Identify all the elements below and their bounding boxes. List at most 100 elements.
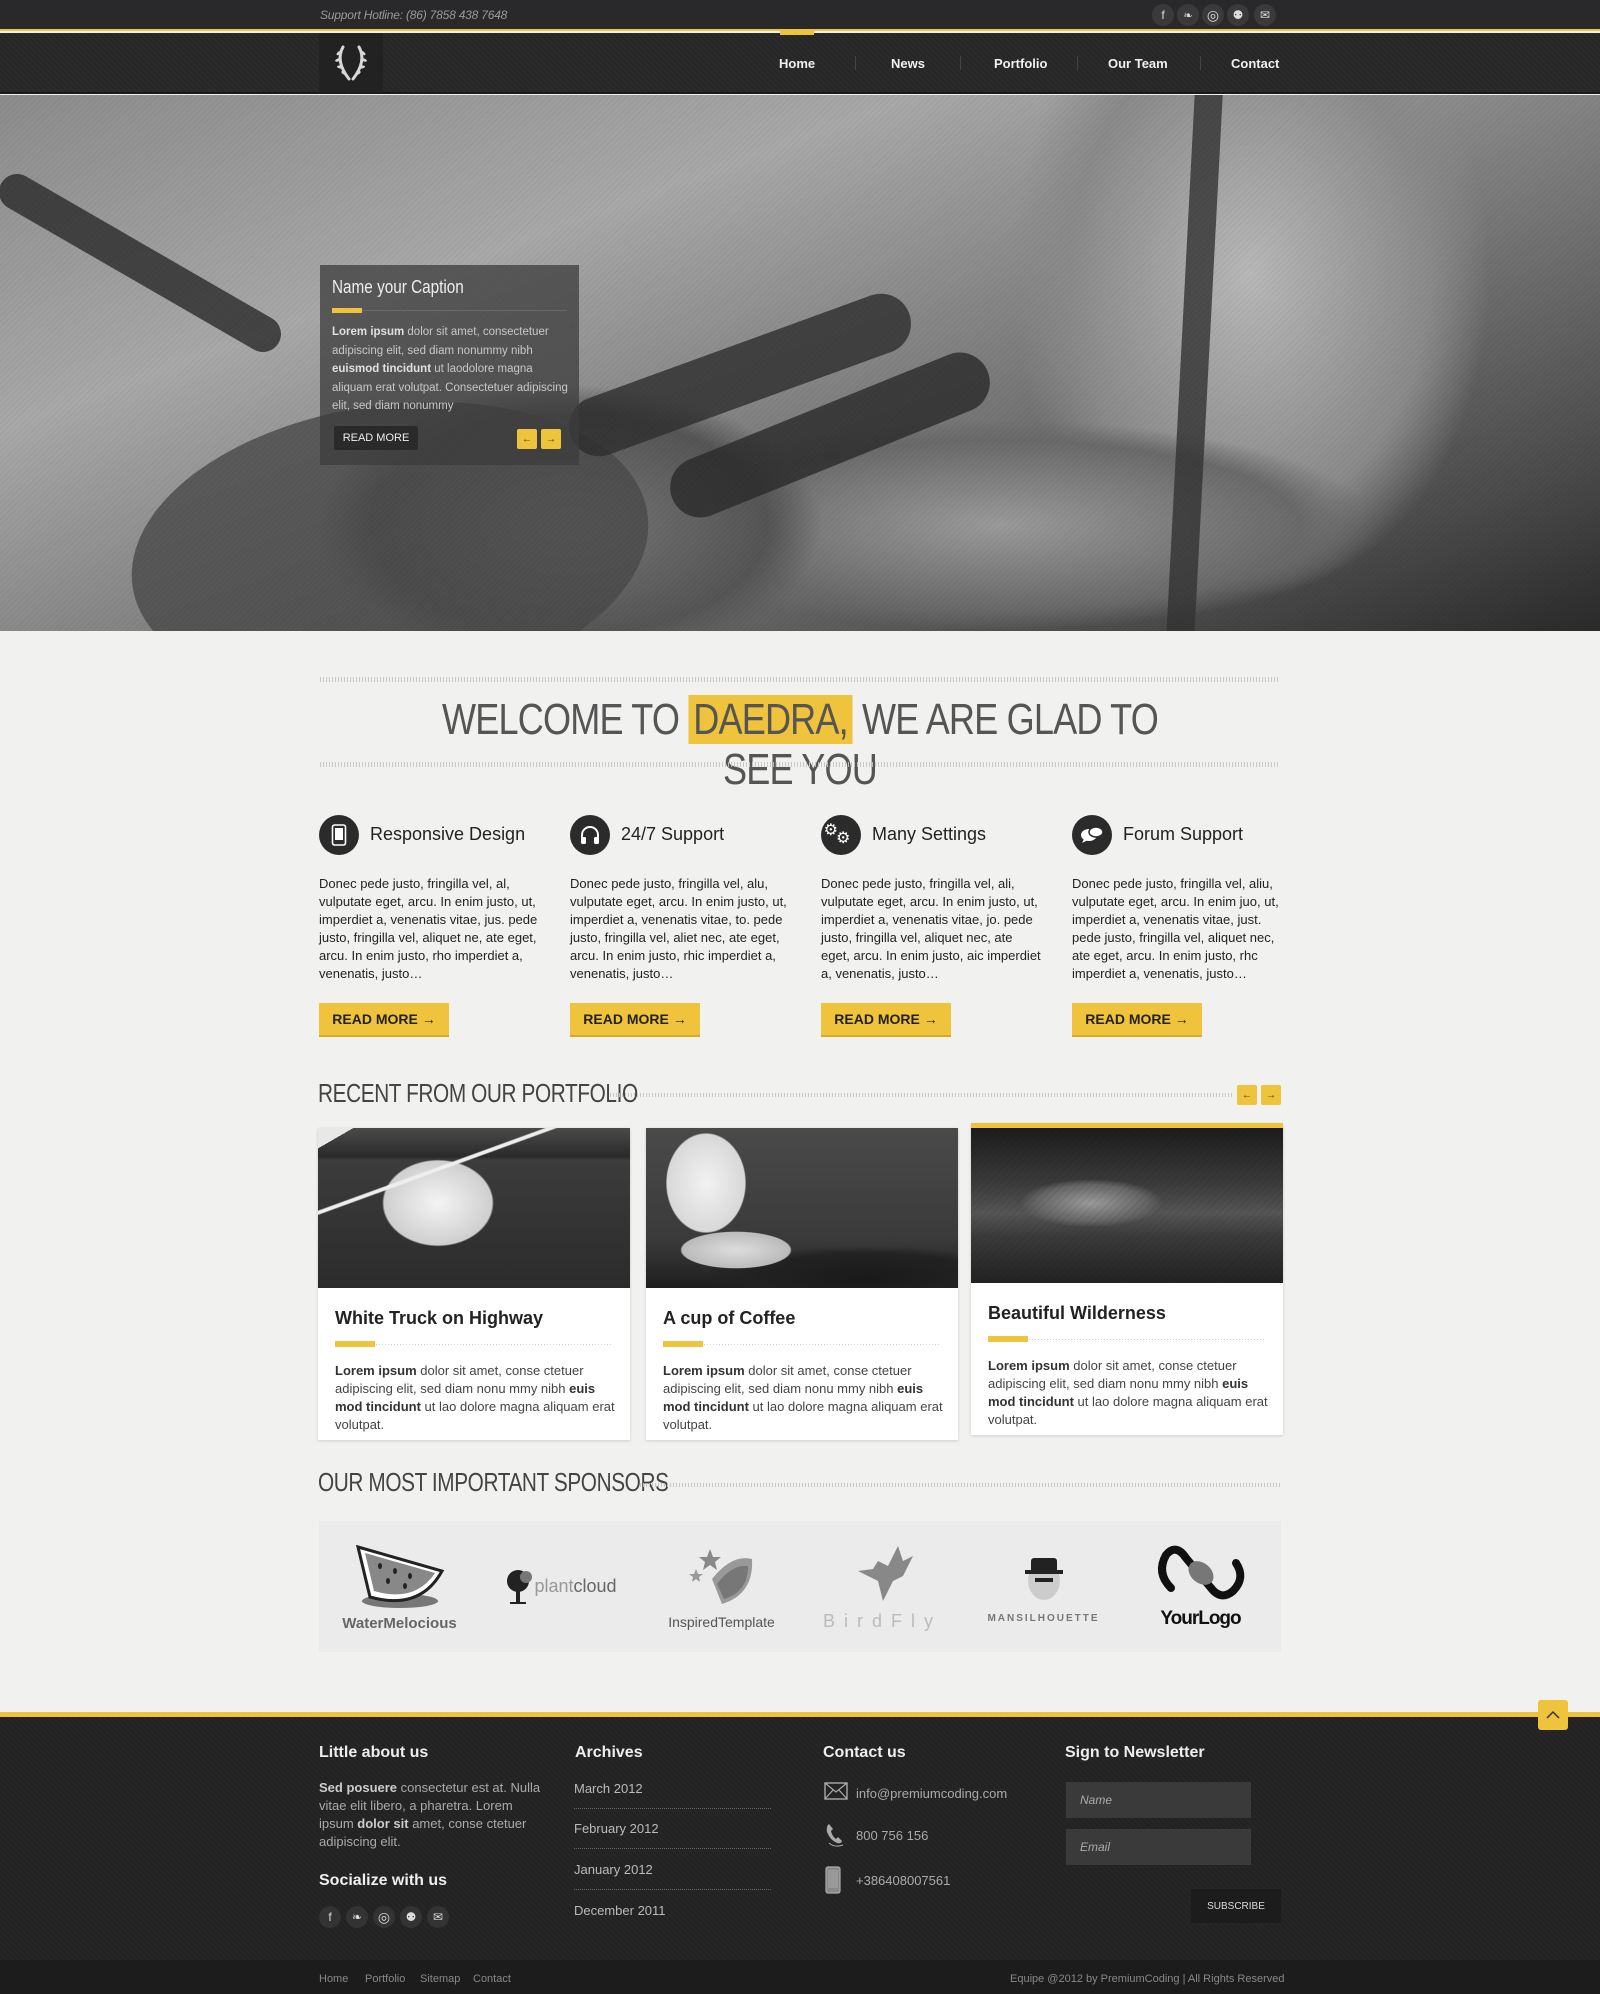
- chat-bubbles-icon: [1072, 815, 1112, 855]
- truck-photo[interactable]: [318, 1128, 630, 1288]
- twitter-icon[interactable]: ❧: [346, 1906, 368, 1928]
- feature-title: Many Settings: [872, 824, 987, 844]
- tree-logo-icon: [507, 1569, 533, 1604]
- footer-about-title: Little about us: [319, 1744, 429, 1761]
- card-title[interactable]: Beautiful Wilderness: [988, 1303, 1166, 1324]
- top-bar: [0, 0, 1600, 31]
- card-accent-bar: [335, 1341, 375, 1347]
- facebook-icon[interactable]: f: [1152, 4, 1174, 26]
- footer-link-home[interactable]: Home: [319, 1973, 348, 1985]
- sponsor-inspiredtemplate[interactable]: InspiredTemplate: [641, 1521, 802, 1652]
- divider-dots: [640, 1483, 1280, 1487]
- sponsors-title: OUR MOST IMPORTANT SPONSORS: [318, 1467, 669, 1497]
- footer: [0, 1712, 1600, 1960]
- portfolio-next-button[interactable]: →: [1261, 1085, 1281, 1105]
- bottom-bar: [0, 1960, 1600, 1994]
- footer-about-text: Sed posuere consectetur est at. Nulla vi…: [319, 1780, 541, 1849]
- nav-news[interactable]: News: [891, 56, 925, 71]
- nav-contact[interactable]: Contact: [1231, 56, 1279, 71]
- logo[interactable]: [319, 33, 383, 93]
- divider-dots: [320, 677, 1280, 682]
- archive-link[interactable]: March 2012: [574, 1781, 771, 1809]
- sponsor-name: plantcloud: [534, 1576, 617, 1596]
- footer-archives-title: Archives: [575, 1744, 643, 1761]
- read-more-button[interactable]: READ MORE →: [1072, 1003, 1202, 1037]
- contact-email[interactable]: info@premiumcoding.com: [856, 1785, 1007, 1803]
- phone-icon: [825, 1822, 845, 1853]
- subscribe-button[interactable]: SUBSCRIBE: [1191, 1889, 1281, 1923]
- welcome-pre: WELCOME TO: [442, 695, 680, 744]
- read-more-button[interactable]: READ MORE →: [319, 1003, 449, 1037]
- archive-link[interactable]: February 2012: [574, 1821, 771, 1849]
- email-icon[interactable]: ✉: [1254, 4, 1276, 26]
- caption-divider: [362, 310, 567, 311]
- card-title[interactable]: A cup of Coffee: [663, 1308, 795, 1329]
- footer-link-portfolio[interactable]: Portfolio: [365, 1973, 405, 1985]
- nav-our-team[interactable]: Our Team: [1108, 56, 1168, 71]
- feature-title: Forum Support: [1123, 824, 1244, 844]
- facebook-icon[interactable]: f: [319, 1906, 341, 1928]
- forrst-icon[interactable]: ⚉: [400, 1906, 422, 1928]
- card-accent-bar: [663, 1341, 703, 1347]
- chevron-up-icon: [1546, 1710, 1560, 1719]
- read-more-button[interactable]: READ MORE →: [570, 1003, 700, 1037]
- footer-link-sitemap[interactable]: Sitemap: [420, 1973, 460, 1985]
- card-divider: [704, 1344, 941, 1345]
- sponsor-name: MANSILHOUETTE: [987, 1612, 1100, 1624]
- forrst-icon[interactable]: ⚉: [1227, 4, 1249, 26]
- archive-link[interactable]: January 2012: [574, 1862, 771, 1890]
- caption-title: Name your Caption: [332, 277, 464, 297]
- dribbble-icon[interactable]: ◎: [1202, 4, 1224, 26]
- nav-portfolio[interactable]: Portfolio: [994, 56, 1047, 71]
- hero-slider[interactable]: [0, 95, 1600, 631]
- portfolio-card[interactable]: A cup of Coffee Lorem ipsum dolor sit am…: [646, 1128, 958, 1440]
- twitter-icon[interactable]: ❧: [1177, 4, 1199, 26]
- newsletter-name-input[interactable]: [1066, 1782, 1251, 1818]
- card-divider: [1029, 1339, 1266, 1340]
- divider-dots: [610, 1093, 1232, 1097]
- email-icon[interactable]: ✉: [427, 1906, 449, 1928]
- mobile-icon: [825, 1866, 841, 1899]
- caption-text: Lorem ipsum dolor sit amet, consectetuer…: [332, 323, 572, 416]
- card-title[interactable]: White Truck on Highway: [335, 1308, 543, 1329]
- caption-read-more-button[interactable]: READ MORE: [334, 426, 418, 450]
- gears-icon: ⚙ ⚙: [821, 815, 861, 855]
- sponsor-watermelocious[interactable]: WaterMelocious: [319, 1521, 480, 1652]
- sponsor-name: WaterMelocious: [342, 1615, 457, 1632]
- portfolio-title: RECENT FROM OUR PORTFOLIO: [318, 1078, 638, 1108]
- sponsor-mansilhouette[interactable]: MANSILHOUETTE: [963, 1521, 1124, 1652]
- card-accent-bar: [988, 1336, 1028, 1342]
- feature-text: Donec pede justo, fringilla vel, alu, vu…: [570, 876, 787, 981]
- copyright: Equipe @2012 by PremiumCoding | All Righ…: [1010, 1973, 1285, 1985]
- read-more-button[interactable]: READ MORE →: [821, 1003, 951, 1037]
- card-text: Lorem ipsum dolor sit amet, conse ctetue…: [663, 1363, 943, 1432]
- slider-next-button[interactable]: →: [541, 429, 561, 449]
- storm-photo[interactable]: [971, 1128, 1283, 1283]
- caption-bold: Lorem ipsum: [332, 326, 405, 338]
- sponsor-birdfly[interactable]: BirdFly: [802, 1521, 963, 1652]
- nav-home[interactable]: Home: [779, 56, 815, 71]
- footer-link-contact[interactable]: Contact: [473, 1973, 511, 1985]
- card-divider: [376, 1344, 613, 1345]
- sponsor-yourlogo[interactable]: YourLogo: [1120, 1521, 1281, 1652]
- coffee-photo[interactable]: [646, 1128, 958, 1288]
- hero-caption: Name your Caption Lorem ipsum dolor sit …: [320, 265, 579, 465]
- dribbble-icon[interactable]: ◎: [373, 1906, 395, 1928]
- envelope-icon: [824, 1782, 848, 1805]
- card-text: Lorem ipsum dolor sit amet, conse ctetue…: [335, 1363, 615, 1432]
- newsletter-email-input[interactable]: [1066, 1829, 1251, 1865]
- divider-dots: [320, 762, 1280, 767]
- back-to-top-button[interactable]: [1538, 1700, 1568, 1730]
- footer-social-title: Socialize with us: [319, 1872, 448, 1889]
- archive-link[interactable]: December 2011: [574, 1903, 771, 1930]
- card-text: Lorem ipsum dolor sit amet, conse ctetue…: [988, 1358, 1268, 1427]
- sponsor-plantcloud[interactable]: plantcloud: [480, 1521, 641, 1652]
- stars-logo-icon: [688, 1548, 752, 1604]
- nav-divider: [960, 56, 961, 70]
- sponsor-name: BirdFly: [822, 1611, 942, 1631]
- feature-title: 24/7 Support: [621, 824, 725, 844]
- portfolio-card[interactable]: White Truck on Highway Lorem ipsum dolor…: [318, 1128, 630, 1440]
- portfolio-prev-button[interactable]: ←: [1237, 1085, 1257, 1105]
- portfolio-card-active[interactable]: Beautiful Wilderness Lorem ipsum dolor s…: [971, 1123, 1283, 1435]
- slider-prev-button[interactable]: ←: [517, 429, 537, 449]
